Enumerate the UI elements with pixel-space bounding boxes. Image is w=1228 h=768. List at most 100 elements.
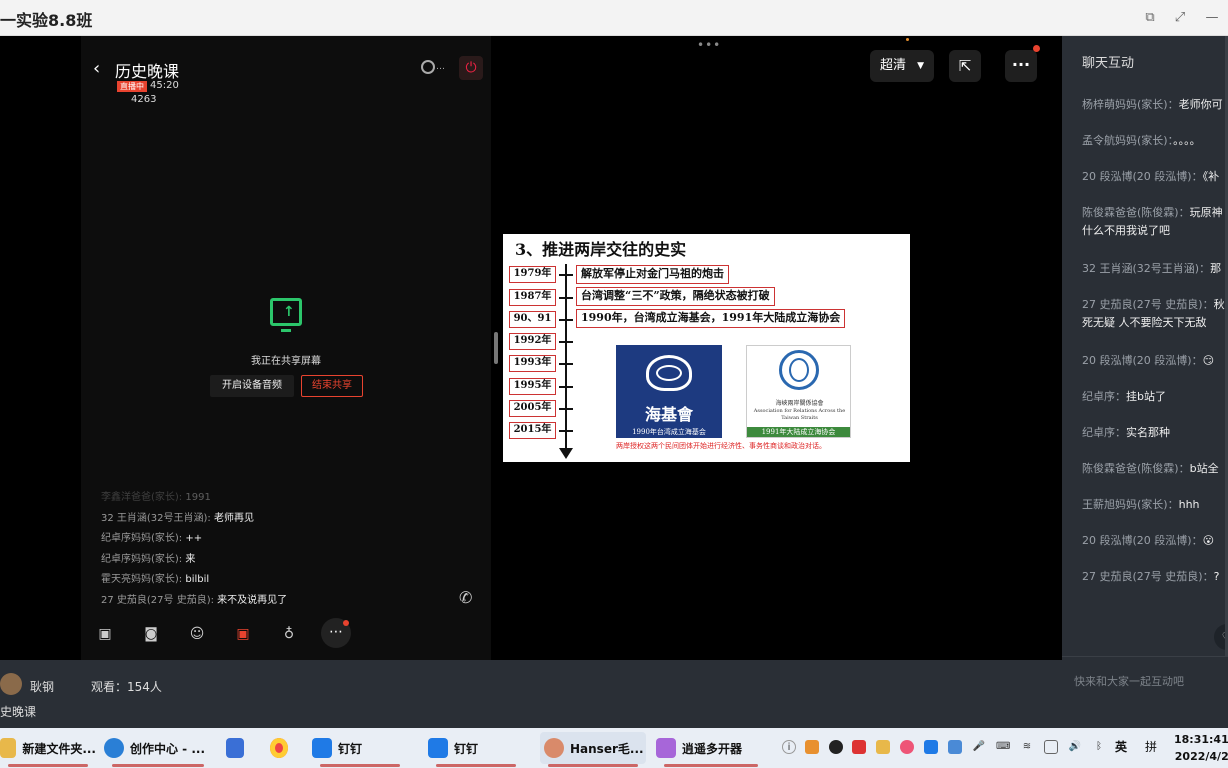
sef-logo: 海基會 1990年台湾成立海基会 <box>616 345 722 438</box>
host-name: 耿钢 <box>30 680 55 694</box>
dingtalk-tray-icon[interactable] <box>924 740 938 754</box>
taskbar-item-emulator[interactable]: 逍遥多开器 <box>656 732 766 767</box>
chat-message: 王薪旭妈妈(家长)：hhh <box>1082 498 1200 511</box>
screen-share-toolbar-icon[interactable]: ▣ <box>231 622 255 646</box>
stage-more-button[interactable]: ··· <box>1005 45 1040 82</box>
user-more-icon[interactable]: … <box>436 62 445 72</box>
chevron-down-icon: ▼ <box>917 61 924 71</box>
chat-message: 20 段泓博(20 段泓博)：《补 <box>1082 170 1220 183</box>
timeline-event: 解放军停止对金门马祖的炮击 <box>576 265 729 284</box>
timeline-year: 1993年 <box>509 355 556 372</box>
tray-app-icon[interactable] <box>900 740 914 754</box>
timeline-tick <box>559 363 573 365</box>
timeline-tick <box>559 274 573 276</box>
sef-name: 海基會 <box>644 405 693 424</box>
wifi-icon[interactable]: ≋ <box>1020 740 1034 754</box>
chat-message: 27 史茄良(27号 史茄良)：秋死无疑 人不要险天下无敌 <box>1082 298 1225 329</box>
chat-message: 27 史茄良(27号 史茄良)：? <box>1082 570 1220 583</box>
live-badge: 直播中 <box>117 81 147 92</box>
screen-share-icon: ↑ <box>270 298 302 332</box>
store-icon <box>226 738 244 758</box>
timeline-year: 1987年 <box>509 289 556 306</box>
phone-title: 历史晚课 <box>115 62 180 81</box>
clock-time: 18:31:41 <box>1174 733 1228 746</box>
more-icon[interactable]: ⋯ <box>321 618 351 648</box>
ime-mode[interactable]: 英 <box>1114 740 1128 754</box>
taskbar-item-dingtalk[interactable]: 钉钉 <box>312 732 408 767</box>
stop-share-button[interactable]: 结束共享 <box>301 375 363 397</box>
timeline-year: 1979年 <box>509 266 556 283</box>
phone-chat: 李鑫洋爸爸(家长): 1991 32 王肖涵(32号王肖涵): 老师再见 纪卓序… <box>101 488 461 612</box>
task-indicator <box>548 764 638 767</box>
share-status-text: 我正在共享屏幕 <box>251 356 321 367</box>
split-handle[interactable] <box>494 332 498 364</box>
taskbar-item-store[interactable] <box>226 732 250 764</box>
dingtalk-icon <box>428 738 448 758</box>
chat-message: 杨梓萌妈妈(家长)：老师你可 <box>1082 98 1223 111</box>
ime-pinyin[interactable]: 拼 <box>1144 740 1158 754</box>
back-icon[interactable]: ‹ <box>93 58 100 79</box>
chat-input[interactable]: 快来和大家一起互动吧 <box>1062 656 1228 728</box>
task-indicator <box>8 764 88 767</box>
emulator-icon <box>656 738 676 758</box>
timeline-tick <box>559 341 573 343</box>
chat-panel: 聊天互动 杨梓萌妈妈(家长)：老师你可 孟令航妈妈(家长)：。。。。 20 段泓… <box>1062 36 1228 728</box>
drag-handle-icon[interactable]: ••• <box>697 38 721 52</box>
tray-app-icon[interactable] <box>805 740 819 754</box>
power-icon[interactable]: ⏻ <box>459 56 483 80</box>
sef-caption: 1990年台湾成立海基会 <box>632 428 706 436</box>
keyboard-icon[interactable]: ⌨ <box>996 740 1010 754</box>
fullscreen-icon[interactable]: ⤢ <box>1170 8 1190 28</box>
taskbar-clock[interactable]: 18:31:41 2022/4/2 <box>1174 731 1228 765</box>
window-icon[interactable] <box>1044 740 1058 754</box>
arats-name-cn: 海峽兩岸關係協會 <box>775 400 824 407</box>
live-count: 4263 <box>131 94 157 105</box>
notification-dot <box>343 620 349 626</box>
tray-app-icon[interactable] <box>852 740 866 754</box>
dingtalk-icon <box>312 738 332 758</box>
connect-mic-icon[interactable]: ♁ <box>277 622 301 646</box>
timeline-tick <box>559 408 573 410</box>
chat-message: 纪卓序：实名那种 <box>1082 426 1170 439</box>
task-indicator <box>664 764 758 767</box>
phone-call-icon[interactable]: ✆ <box>459 588 472 607</box>
taskbar-item-hanser[interactable]: Hanser毛... <box>540 732 646 767</box>
info-tray-icon[interactable]: i <box>782 740 796 754</box>
timeline-event: 1990年，台湾成立海基会，1991年大陆成立海协会 <box>576 309 846 328</box>
screen-record-icon[interactable]: ▣ <box>93 622 117 646</box>
phone-toolbar: ▣ ◙ ☺ ▣ ♁ ⋯ <box>81 618 491 650</box>
taskbar-item-edge[interactable]: 创作中心 - ... <box>104 732 212 767</box>
microphone-icon[interactable]: 🎤 <box>972 740 986 754</box>
timeline-tick <box>559 430 573 432</box>
tray-app-icon[interactable] <box>876 740 890 754</box>
arats-name-en: Association for Relations Across the Tai… <box>753 408 846 421</box>
chat-line: 27 史茄良(27号 史茄良): 来不及说再见了 <box>101 594 288 606</box>
volume-icon[interactable]: 🔊 <box>1068 740 1082 754</box>
qq-icon[interactable] <box>829 740 843 754</box>
enable-audio-button[interactable]: 开启设备音频 <box>210 375 294 397</box>
avatar[interactable] <box>0 673 22 695</box>
arats-emblem-inner <box>789 358 809 382</box>
taskbar-item-chrome[interactable] <box>270 732 294 764</box>
quality-select[interactable]: 超清 ▼ <box>870 50 934 82</box>
slide-note: 两岸授权这两个民间团体开始进行经济性、事务性商谈和政治对话。 <box>616 442 826 450</box>
timeline-year: 90、91 <box>509 311 556 328</box>
timeline-arrow <box>559 448 573 459</box>
emoji-icon[interactable]: ☺ <box>185 622 209 646</box>
bluetooth-icon[interactable]: ᛒ <box>1092 740 1106 754</box>
folder-icon <box>0 738 17 758</box>
minimize-icon[interactable]: — <box>1202 8 1222 28</box>
chat-message: 孟令航妈妈(家长)：。。。。 <box>1082 134 1201 147</box>
pip-icon[interactable]: ⧉ <box>1140 8 1160 28</box>
shared-slide: 3、推进两岸交往的史实 1979年 1987年 90、91 1992年 1993… <box>503 234 910 462</box>
timeline-year: 2005年 <box>509 400 556 417</box>
taskbar-item-folder[interactable]: 新建文件夹... <box>0 732 96 767</box>
taskbar-item-dingtalk-2[interactable]: 钉钉 <box>428 732 524 767</box>
timeline-year: 1995年 <box>509 378 556 395</box>
chat-line: 纪卓序妈妈(家长): 来 <box>101 553 196 565</box>
user-icon[interactable] <box>421 60 435 74</box>
popout-icon[interactable]: ⇱ <box>949 50 981 82</box>
camera-icon[interactable]: ◙ <box>139 622 163 646</box>
tray-app-icon[interactable] <box>948 740 962 754</box>
taskbar: 新建文件夹... 创作中心 - ... 钉钉 钉钉 Hanser毛... 逍遥多… <box>0 728 1228 768</box>
